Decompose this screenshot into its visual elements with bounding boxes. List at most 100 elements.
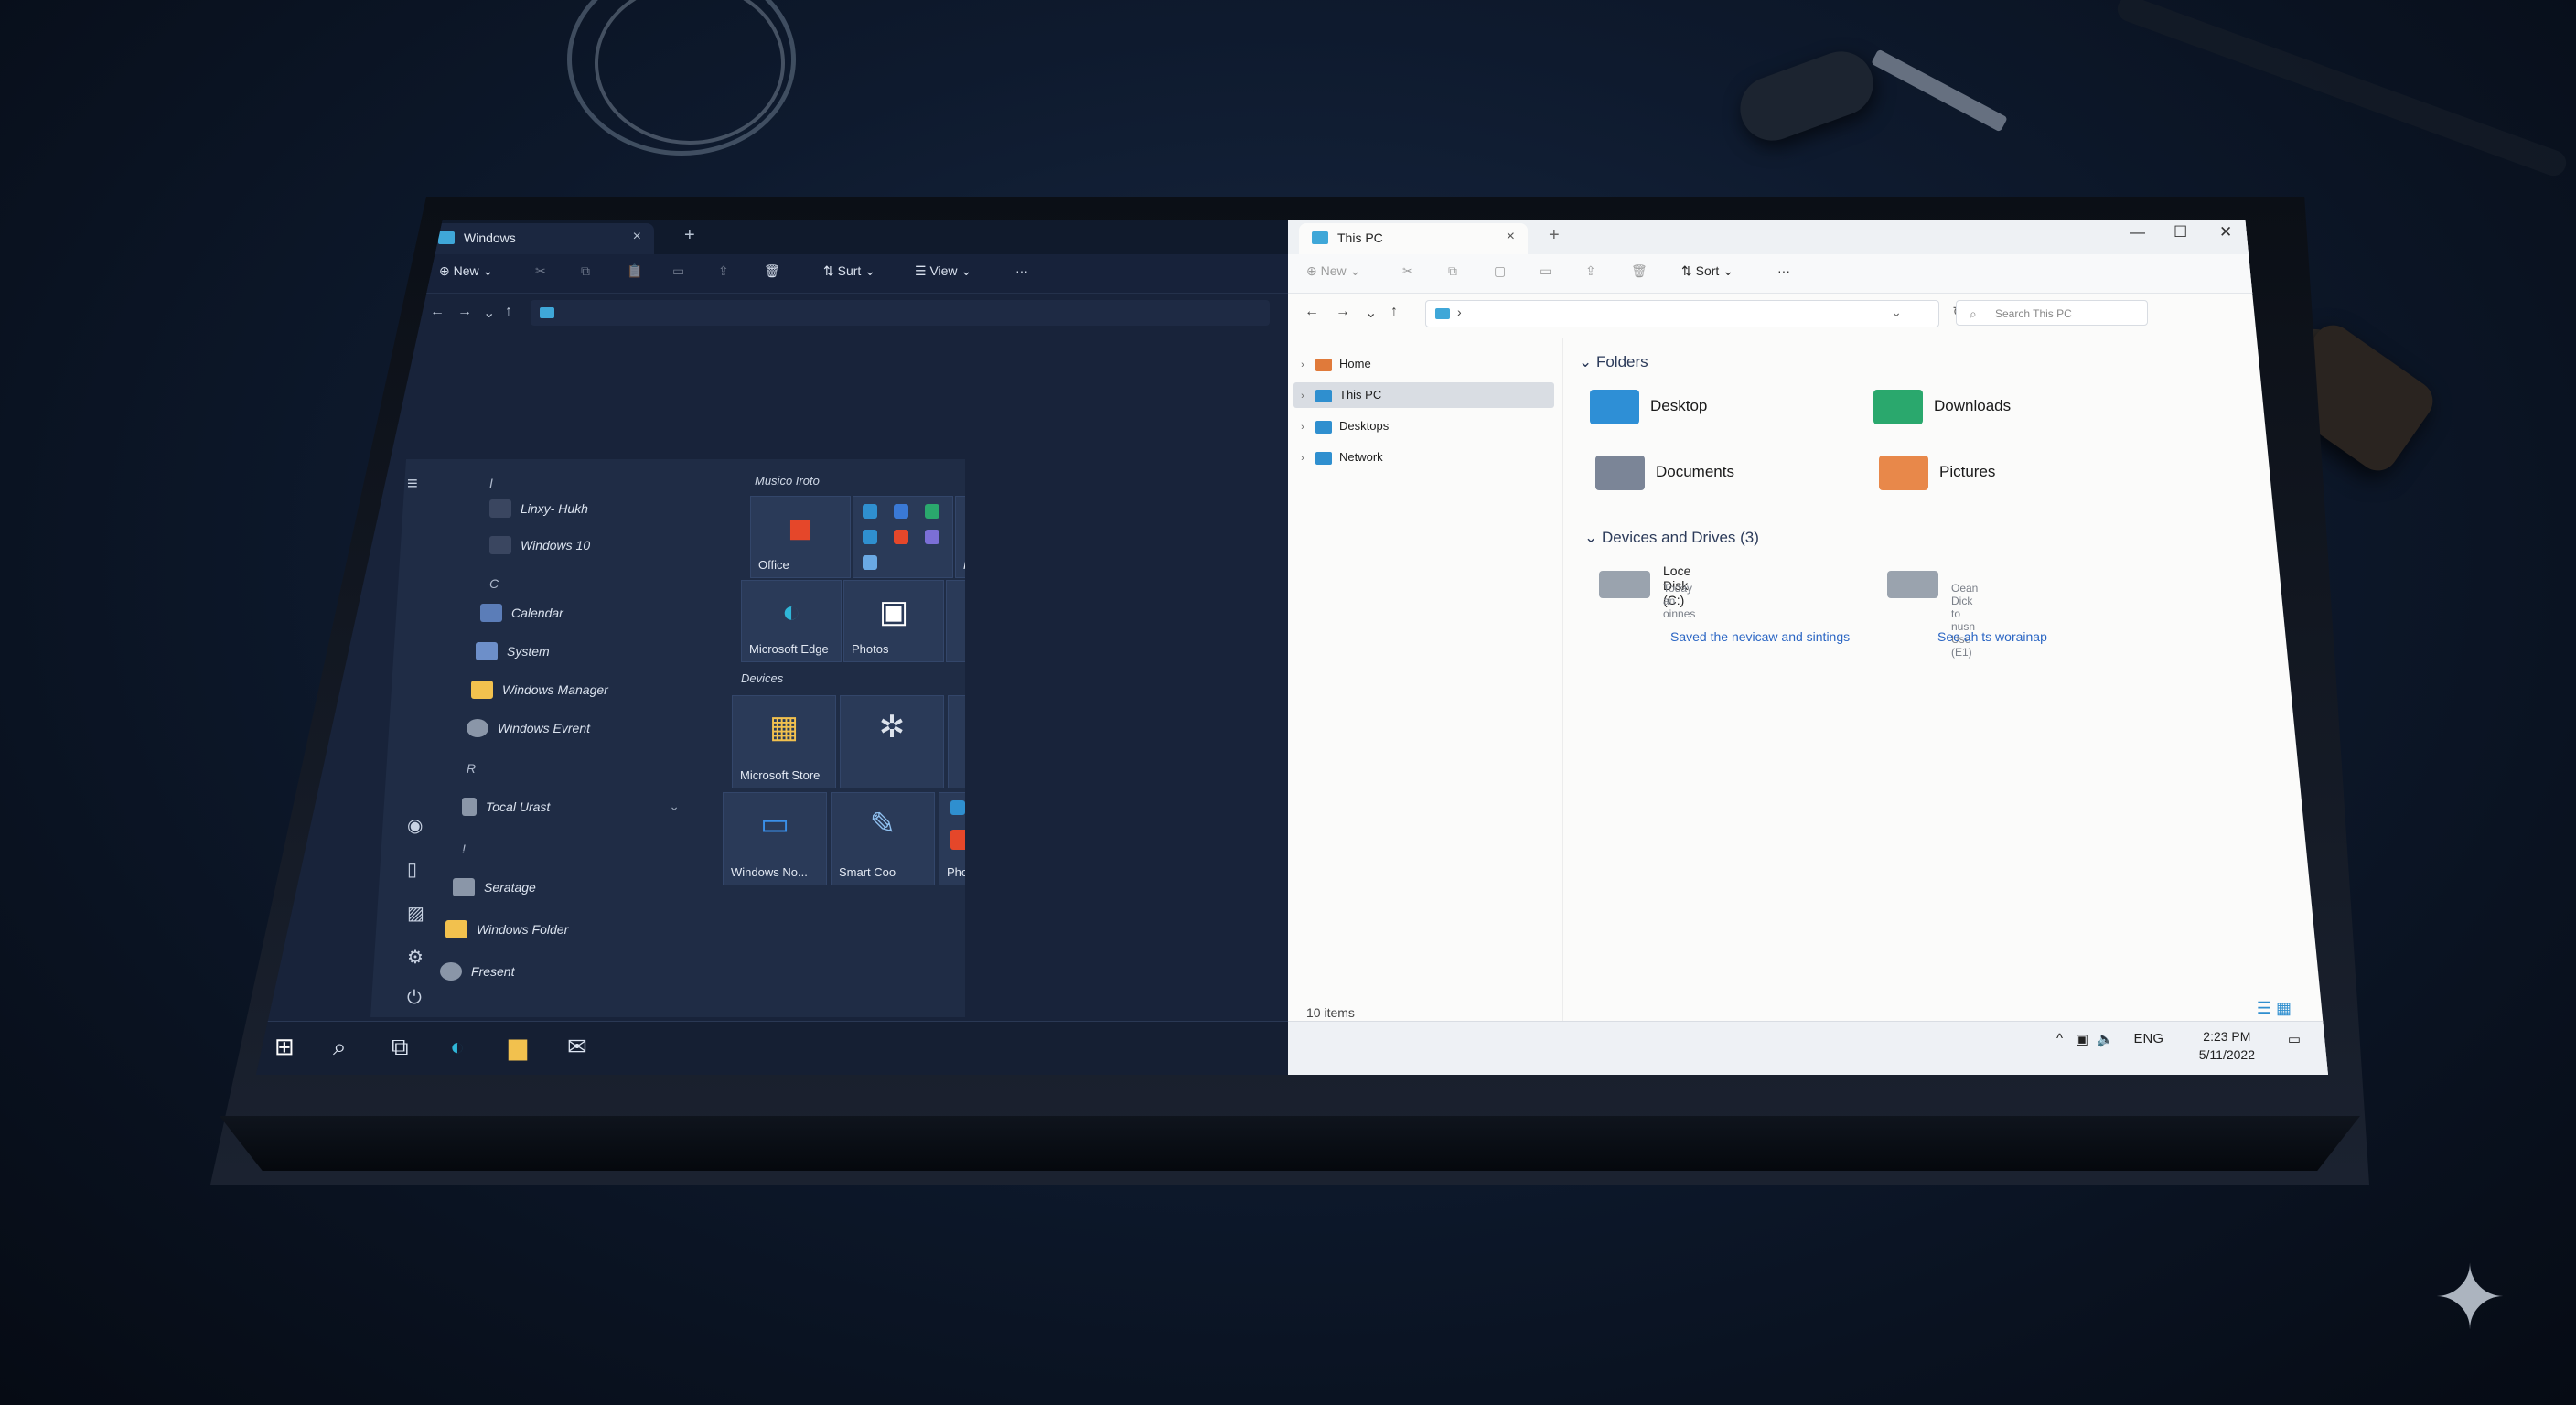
file-explorer-icon[interactable]: ▆ (509, 1033, 527, 1060)
up-arrow-icon[interactable]: ↑ (505, 304, 512, 320)
new-tab-button[interactable]: + (1549, 225, 1560, 246)
user-icon[interactable]: ◉ (407, 814, 423, 837)
maximize-icon[interactable]: ☐ (2174, 223, 2187, 241)
app-windows-manager[interactable]: Windows Manager (471, 681, 608, 706)
folders-section-header[interactable]: ⌄ Folders (1579, 353, 1648, 371)
onedrive-mini-icon (863, 530, 877, 544)
language-indicator[interactable]: ENG (2133, 1031, 2163, 1046)
search-input[interactable]: ⌕ Search This PC (1956, 300, 2148, 326)
tile-microsoft-edge[interactable]: ◐ Microsoft Edge (741, 580, 842, 662)
see-all-link[interactable]: See ah ts worainap (1937, 629, 2047, 644)
chevron-down-icon[interactable]: ⌄ (669, 799, 680, 813)
new-tab-button[interactable]: + (684, 225, 695, 246)
chevron-right-icon[interactable]: › (1293, 445, 1312, 471)
rename-icon[interactable]: ▭ (672, 263, 684, 279)
close-tab-icon[interactable]: × (633, 229, 641, 245)
copy-icon[interactable]: ⧉ (1448, 263, 1457, 279)
app-linxy[interactable]: Linxy- Hukh (489, 499, 588, 525)
app-tocal-urast[interactable]: Tocal Urast ⌄ (462, 798, 680, 823)
address-dropdown-icon[interactable]: ⌄ (1891, 305, 1902, 320)
tile-news[interactable]: ▤ (948, 695, 965, 788)
network-tray-icon[interactable]: ▣ (2076, 1031, 2088, 1047)
forward-arrow-icon[interactable]: → (457, 304, 472, 320)
new-button[interactable]: ⊕ New ⌄ (439, 263, 493, 279)
tab-this-pc[interactable]: This PC × (1299, 223, 1528, 254)
teams-mini-icon (925, 530, 939, 544)
copy-icon[interactable]: ⧉ (581, 263, 590, 279)
pictures-icon[interactable]: ▨ (407, 902, 424, 925)
volume-icon[interactable]: 🔈 (2097, 1031, 2114, 1047)
share-icon[interactable]: ⇪ (1585, 263, 1596, 279)
document-icon[interactable]: ▯ (407, 858, 417, 881)
delete-icon[interactable]: 🗑 (764, 263, 780, 279)
share-icon[interactable]: ⇪ (718, 263, 729, 279)
app-system[interactable]: System (476, 642, 550, 668)
windows-start-icon[interactable]: ⊞ (274, 1033, 295, 1060)
sort-button[interactable]: ⇅ Surt ⌄ (823, 263, 875, 279)
app-windows-evrent[interactable]: Windows Evrent (467, 719, 590, 745)
app-calendar[interactable]: Calendar (480, 604, 564, 629)
delete-icon[interactable]: 🗑 (1631, 263, 1648, 279)
item-count: 10 items (1306, 1005, 1355, 1020)
tile-photos-group[interactable]: Photos (939, 792, 965, 885)
tile-office[interactable]: ◼ Office (750, 496, 851, 578)
chevron-right-icon[interactable]: › (1293, 414, 1312, 440)
app-fresent[interactable]: Fresent (440, 962, 514, 988)
tile-photos[interactable]: ▣ Photos (843, 580, 944, 662)
more-options-icon[interactable]: ··· (1777, 263, 1790, 278)
drives-section-header[interactable]: ⌄ Devices and Drives (3) (1584, 529, 1759, 547)
app-seratage[interactable]: Seratage (453, 878, 536, 904)
up-arrow-icon[interactable]: ↑ (1390, 304, 1398, 320)
tile-windows-no[interactable]: ▭ Windows No... (723, 792, 827, 885)
recent-chevron-icon[interactable]: ⌄ (483, 304, 495, 322)
tile-settings[interactable]: ✲ (840, 695, 944, 788)
paste-icon[interactable]: 📋 (627, 263, 642, 279)
notification-icon[interactable]: ▭ (2288, 1031, 2301, 1047)
tile-wednesday[interactable]: Wednesday Space Hail (955, 496, 965, 578)
close-tab-icon[interactable]: × (1507, 229, 1515, 245)
paste-icon[interactable]: ▢ (1494, 263, 1506, 279)
nav-item-home[interactable]: › Home (1293, 351, 1554, 377)
view-button[interactable]: ☰ View ⌄ (915, 263, 971, 279)
back-arrow-icon[interactable]: ← (1304, 304, 1319, 320)
app-windows-10[interactable]: Windows 10 (489, 536, 590, 562)
address-bar[interactable]: › ⌄ ↻ (1425, 300, 1964, 327)
tile-microsoft-store[interactable]: ▦ Microsoft Store (732, 695, 836, 788)
tile-smart-coo[interactable]: ✎ Smart Coo (831, 792, 935, 885)
chevron-right-icon[interactable]: › (1293, 383, 1312, 409)
settings-link[interactable]: Saved the nevicaw and sintings (1670, 629, 1850, 644)
recent-chevron-icon[interactable]: ⌄ (1365, 304, 1377, 322)
minimize-icon[interactable]: — (2130, 223, 2145, 241)
forward-arrow-icon[interactable]: → (1336, 304, 1350, 320)
back-arrow-icon[interactable]: ← (430, 304, 445, 320)
address-bar[interactable] (531, 300, 1270, 326)
edge-icon[interactable]: ◐ (450, 1033, 465, 1060)
task-view-icon[interactable]: ⧉ (392, 1033, 409, 1060)
details-view-icon[interactable]: ☰ ▦ (2257, 999, 2292, 1018)
tile-todo[interactable]: ✔ (946, 580, 965, 662)
hamburger-icon[interactable]: ≡ (407, 474, 418, 495)
word-mini-icon (863, 504, 877, 519)
nav-item-this-pc[interactable]: › This PC (1293, 382, 1554, 408)
search-icon[interactable]: ⌕ (333, 1033, 347, 1060)
sort-button[interactable]: ⇅ Sort ⌄ (1681, 263, 1733, 279)
cut-icon[interactable]: ✂ (1402, 263, 1413, 279)
mail-icon[interactable]: ✉ (567, 1033, 587, 1060)
clock[interactable]: 2:23 PM 5/11/2022 (2199, 1027, 2255, 1064)
new-button[interactable]: ⊕ New ⌄ (1306, 263, 1360, 279)
settings-icon[interactable]: ⚙ (407, 946, 424, 969)
power-icon[interactable]: ⏻ (407, 988, 422, 1009)
window-icon (489, 536, 511, 554)
tab-windows[interactable]: Windows × (425, 223, 654, 254)
chevron-right-icon[interactable]: › (1293, 352, 1312, 378)
tray-chevron-icon[interactable]: ^ (2056, 1031, 2063, 1046)
content-pane: ⌄ Folders Desktop Downloads Documents Pi… (1579, 353, 2047, 659)
rename-icon[interactable]: ▭ (1540, 263, 1551, 279)
more-options-icon[interactable]: ··· (1015, 263, 1028, 278)
app-windows-folder[interactable]: Windows Folder (445, 920, 568, 946)
nav-item-network[interactable]: › Network (1293, 445, 1554, 470)
cut-icon[interactable]: ✂ (535, 263, 546, 279)
close-window-icon[interactable]: ✕ (2219, 223, 2232, 241)
nav-item-desktops[interactable]: › Desktops (1293, 413, 1554, 439)
tile-app-group[interactable] (853, 496, 953, 578)
